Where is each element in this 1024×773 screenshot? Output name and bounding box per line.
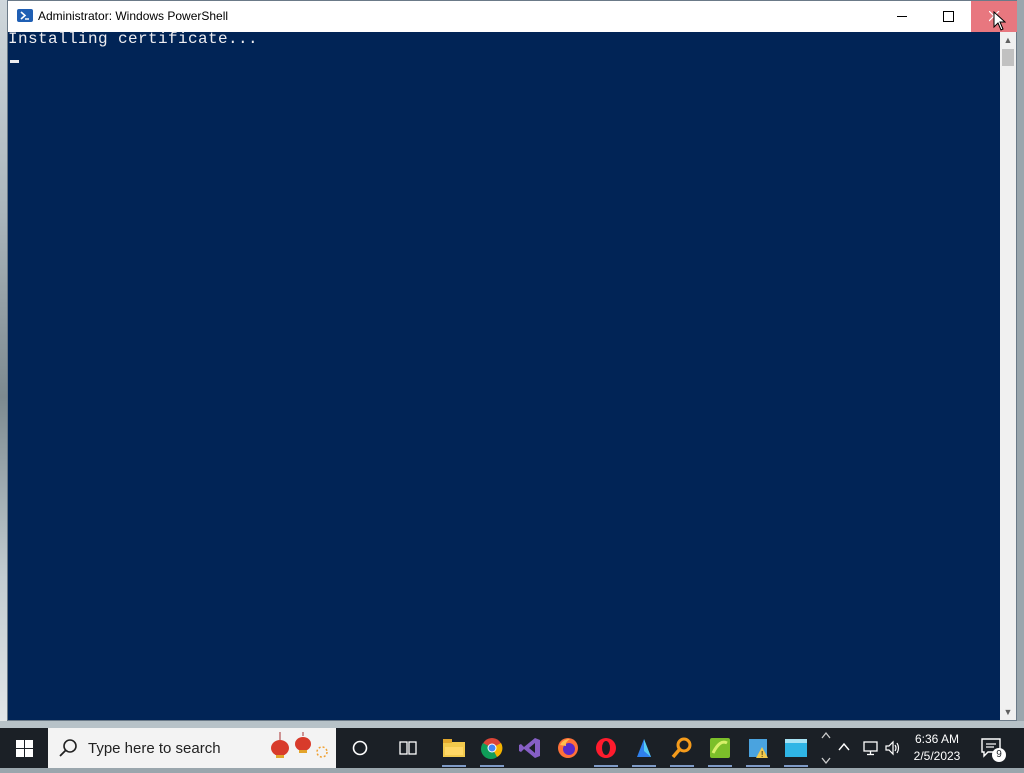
active-indicator xyxy=(480,765,504,767)
active-indicator xyxy=(442,765,466,767)
active-indicator xyxy=(594,765,618,767)
search-icon xyxy=(59,739,77,757)
vertical-scrollbar[interactable]: ▲ ▼ xyxy=(1000,32,1016,720)
clock-time: 6:36 AM xyxy=(914,732,960,746)
minimize-button[interactable] xyxy=(879,1,925,32)
console-output-line: Installing certificate... xyxy=(8,30,259,48)
notification-count-badge: 9 xyxy=(992,748,1006,762)
task-view-button[interactable] xyxy=(392,732,424,764)
app-button[interactable] xyxy=(628,732,660,767)
active-indicator xyxy=(670,765,694,767)
console-area[interactable]: Installing certificate... xyxy=(8,30,1000,720)
desktop-strip xyxy=(0,721,1024,728)
visual-studio-icon xyxy=(519,738,540,758)
cortana-icon xyxy=(352,740,368,756)
taskbar-scroll[interactable] xyxy=(818,728,834,768)
network-icon[interactable] xyxy=(862,739,880,757)
active-indicator xyxy=(784,765,808,767)
maximize-button[interactable] xyxy=(925,1,971,32)
search-placeholder: Type here to search xyxy=(88,740,221,757)
scroll-down-arrow-icon[interactable]: ▼ xyxy=(1000,704,1016,720)
firefox-icon xyxy=(558,738,578,758)
chevron-up-icon xyxy=(821,731,831,765)
cortana-button[interactable] xyxy=(344,732,376,764)
app-button-2[interactable] xyxy=(704,732,736,767)
taskbar: Type here to search ! 6:36 AM 2/5/2023 9 xyxy=(0,728,1024,768)
taskbar-search-box[interactable]: Type here to search xyxy=(48,728,336,768)
text-cursor xyxy=(10,60,19,63)
active-indicator xyxy=(746,765,770,767)
app-icon-3: ! xyxy=(749,739,768,759)
app-button-4[interactable] xyxy=(780,732,812,767)
app-button-3[interactable]: ! xyxy=(742,732,774,767)
scroll-up-arrow-icon[interactable]: ▲ xyxy=(1000,32,1016,48)
app-icon xyxy=(637,739,651,757)
app-icon-4 xyxy=(785,739,807,757)
title-bar[interactable]: Administrator: Windows PowerShell xyxy=(8,1,1017,32)
opera-icon xyxy=(596,738,616,758)
chrome-icon xyxy=(481,738,503,759)
firefox-button[interactable] xyxy=(552,732,584,764)
search-app-button[interactable] xyxy=(666,732,698,767)
mouse-pointer-icon xyxy=(993,11,1006,31)
maximize-icon xyxy=(942,11,954,22)
chrome-button[interactable] xyxy=(476,732,508,767)
opera-button[interactable] xyxy=(590,732,622,767)
task-view-icon xyxy=(399,741,417,755)
search-app-icon xyxy=(671,737,692,759)
powershell-icon xyxy=(17,9,33,22)
start-button[interactable] xyxy=(0,728,48,768)
volume-icon[interactable] xyxy=(884,739,902,757)
system-clock[interactable]: 6:36 AM 2/5/2023 xyxy=(904,731,970,765)
show-hidden-icons-chevron-icon[interactable] xyxy=(837,740,851,754)
file-explorer-button[interactable] xyxy=(438,732,470,767)
visual-studio-button[interactable] xyxy=(514,732,546,764)
lunar-new-year-lanterns-icon xyxy=(271,732,328,758)
windows-logo-icon xyxy=(15,739,33,757)
clock-date: 2/5/2023 xyxy=(913,749,961,763)
file-explorer-icon xyxy=(443,739,465,757)
active-indicator xyxy=(632,765,656,767)
app-icon-2 xyxy=(710,738,730,758)
window-title: Administrator: Windows PowerShell xyxy=(38,9,229,23)
scrollbar-thumb[interactable] xyxy=(1002,49,1014,66)
minimize-icon xyxy=(896,16,907,17)
active-indicator xyxy=(708,765,732,767)
svg-text:!: ! xyxy=(761,750,763,759)
powershell-window: Administrator: Windows PowerShell Instal… xyxy=(7,0,1017,721)
